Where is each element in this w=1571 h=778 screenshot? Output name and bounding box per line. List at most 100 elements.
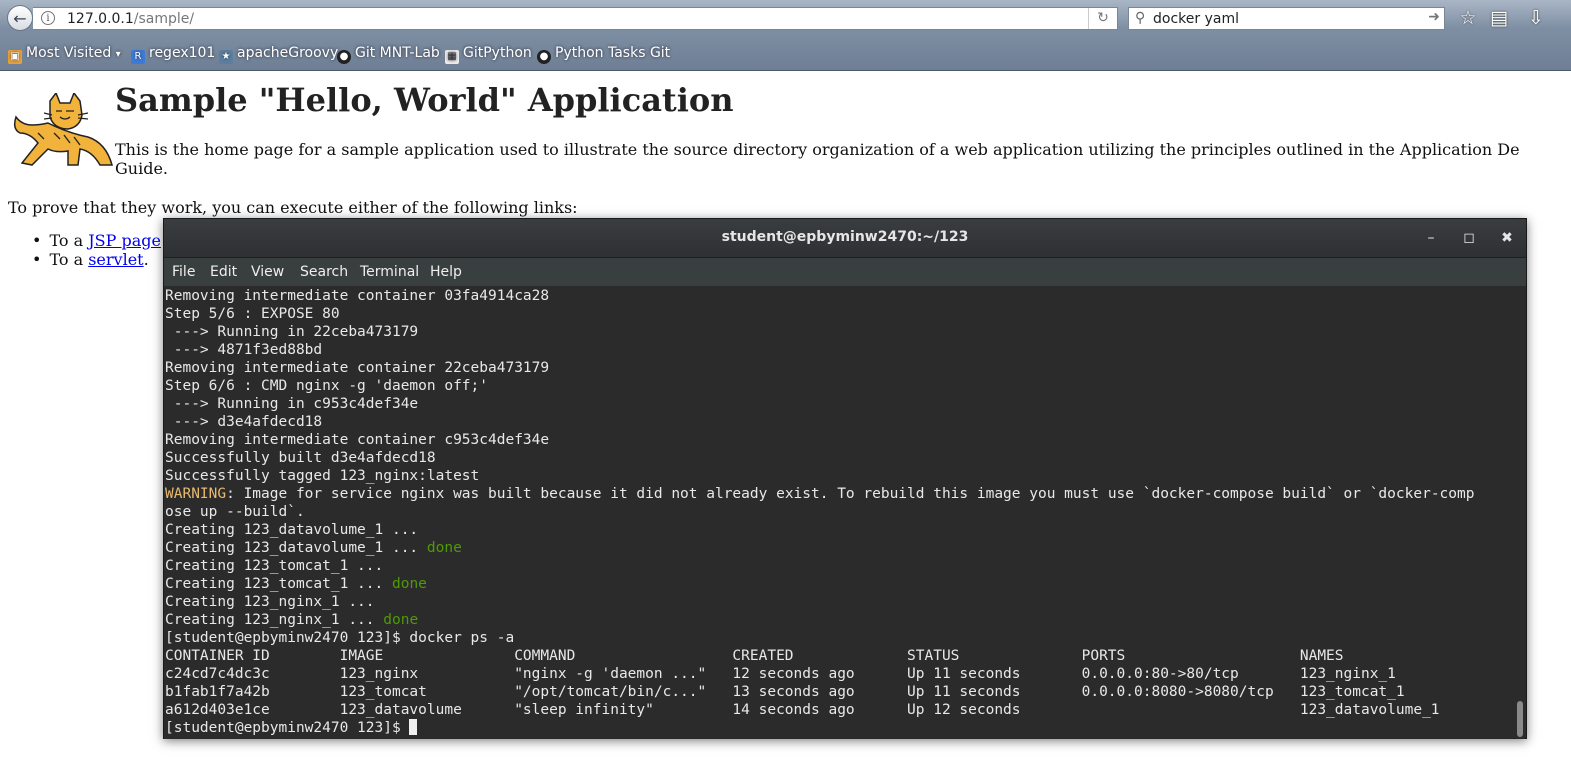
bookmark-apachegroovy[interactable]: ★ apacheGroovy — [219, 45, 338, 64]
search-go-icon[interactable]: ➜ — [1428, 9, 1440, 25]
terminal-line: ---> d3e4afdecd18 — [165, 414, 323, 430]
creating-line: Creating 123_nginx_1 ... done — [165, 611, 418, 629]
creating-line: Creating 123_datavolume_1 ... done — [165, 539, 462, 557]
search-input[interactable]: docker yaml — [1153, 11, 1239, 27]
warning-line-cont: ose up --build`. — [165, 504, 305, 520]
github-icon: ● — [537, 50, 551, 64]
list-item: To a JSP page — [32, 231, 161, 250]
bookmark-label: Python Tasks Git — [555, 45, 671, 61]
prompt-command: [student@epbyminw2470 123]$ docker ps -a — [165, 630, 515, 646]
terminal-title: student@epbyminw2470:~/123 — [721, 229, 969, 245]
terminal-line: Successfully built d3e4afdecd18 — [165, 450, 436, 466]
bookmark-most-visited[interactable]: ▣ Most Visited ▾ — [8, 45, 121, 64]
url-bar[interactable]: i 127.0.0.1/sample/ ↻ — [33, 7, 1118, 30]
reload-icon: ↻ — [1097, 10, 1109, 26]
url-text[interactable]: 127.0.0.1/sample/ — [67, 11, 194, 27]
menu-help[interactable]: Help — [430, 264, 462, 280]
groovy-icon: ★ — [219, 50, 233, 64]
list-item: To a servlet. — [32, 250, 161, 269]
navigation-row: ← i 127.0.0.1/sample/ ↻ ⚲ docker yaml ➜ … — [0, 0, 1571, 37]
scrollbar-thumb[interactable] — [1517, 701, 1523, 737]
folder-icon: ▣ — [8, 50, 22, 64]
search-icon: ⚲ — [1135, 10, 1146, 26]
warning-text: : Image for service nginx was built beca… — [226, 486, 1475, 502]
bookmark-star-icon[interactable]: ☆ — [1455, 6, 1481, 30]
maximize-button[interactable]: ◻ — [1458, 227, 1480, 249]
creating-line: Creating 123_tomcat_1 ... done — [165, 575, 427, 593]
final-prompt-line[interactable]: [student@epbyminw2470 123]$ — [165, 719, 418, 737]
bookmark-python-tasks-git[interactable]: ● Python Tasks Git — [537, 45, 670, 64]
browser-toolbar: ← i 127.0.0.1/sample/ ↻ ⚲ docker yaml ➜ … — [0, 0, 1571, 71]
terminal-line: Removing intermediate container 03fa4914… — [165, 288, 550, 304]
table-row: a612d403e1ce 123_datavolume "sleep infin… — [165, 702, 1440, 718]
intro-text-cont: Guide. — [115, 159, 168, 178]
chevron-down-icon: ▾ — [115, 49, 121, 60]
bookmark-label: GitPython — [463, 45, 532, 61]
terminal-line: Successfully tagged 123_nginx:latest — [165, 468, 480, 484]
terminal-output[interactable]: Removing intermediate container 03fa4914… — [164, 287, 1514, 739]
creating-line: Creating 123_nginx_1 ... — [165, 593, 383, 611]
warning-label: WARNING — [165, 486, 227, 502]
bookmark-label: Git MNT-Lab — [355, 45, 440, 61]
bookmark-gitpython[interactable]: ▦ GitPython — [445, 45, 532, 64]
bookmark-git-mnt-lab[interactable]: ● Git MNT-Lab — [337, 45, 440, 64]
creating-status: done — [391, 576, 427, 592]
url-path: /sample/ — [133, 11, 195, 27]
menu-search[interactable]: Search — [300, 264, 348, 280]
bookmark-label: regex101 — [149, 45, 216, 61]
table-row: c24cd7c4dc3c 123_nginx "nginx -g 'daemon… — [165, 666, 1396, 682]
terminal-scrollbar[interactable] — [1515, 287, 1525, 739]
creating-text: Creating 123_datavolume_1 ... — [165, 540, 427, 556]
terminal-titlebar[interactable]: student@epbyminw2470:~/123 – ◻ ✖ — [164, 219, 1526, 258]
menu-edit[interactable]: Edit — [210, 264, 237, 280]
download-icon[interactable]: ⇩ — [1523, 6, 1549, 30]
servlet-link[interactable]: servlet — [88, 250, 143, 269]
bookmarks-toolbar: ▣ Most Visited ▾ Rregex101 ★ apacheGroovy … — [0, 42, 1571, 68]
bookmark-label: apacheGroovy — [237, 45, 339, 61]
regex101-icon: R — [131, 50, 145, 64]
terminal-line: ---> 4871f3ed88bd — [165, 342, 323, 358]
terminal-line: Removing intermediate container 22ceba47… — [165, 360, 550, 376]
table-header: CONTAINER ID IMAGE COMMAND CREATED STATU… — [165, 648, 1344, 664]
table-row: b1fab1f7a42b 123_tomcat "/opt/tomcat/bin… — [165, 684, 1405, 700]
back-arrow-icon: ← — [13, 8, 27, 28]
minimize-icon: – — [1427, 230, 1435, 246]
link-list: To a JSP page To a servlet. — [32, 231, 161, 269]
tomcat-logo — [13, 93, 113, 166]
reading-list-icon[interactable]: ▤ — [1486, 6, 1512, 30]
jsp-page-link[interactable]: JSP page — [88, 231, 161, 250]
link-prefix: To a — [49, 231, 89, 250]
terminal-line: ---> Running in 22ceba473179 — [165, 324, 419, 340]
reload-button[interactable]: ↻ — [1088, 8, 1117, 29]
search-bar[interactable]: ⚲ docker yaml ➜ — [1128, 7, 1445, 30]
url-host: 127.0.0.1 — [67, 11, 134, 27]
creating-text: Creating 123_tomcat_1 ... — [165, 576, 392, 592]
terminal-line: Step 6/6 : CMD nginx -g 'daemon off;' — [165, 378, 489, 394]
bookmark-regex101[interactable]: Rregex101 — [131, 45, 215, 64]
menu-view[interactable]: View — [251, 264, 284, 280]
creating-text: Creating 123_tomcat_1 ... — [165, 558, 392, 574]
menu-terminal[interactable]: Terminal — [360, 264, 419, 280]
creating-text: Creating 123_nginx_1 ... — [165, 594, 384, 610]
terminal-line: ---> Running in c953c4def34e — [165, 396, 419, 412]
intro-paragraph: This is the home page for a sample appli… — [115, 140, 1555, 178]
terminal-window[interactable]: student@epbyminw2470:~/123 – ◻ ✖ File Ed… — [163, 218, 1527, 739]
creating-text: Creating 123_datavolume_1 ... — [165, 522, 427, 538]
creating-status: done — [426, 540, 462, 556]
creating-line: Creating 123_tomcat_1 ... — [165, 557, 392, 575]
terminal-cursor — [409, 719, 418, 735]
warning-line: WARNING: Image for service nginx was bui… — [165, 485, 1474, 503]
back-button[interactable]: ← — [7, 5, 33, 31]
close-button[interactable]: ✖ — [1496, 227, 1518, 249]
prove-text: To prove that they work, you can execute… — [8, 198, 578, 217]
link-prefix: To a — [49, 250, 89, 269]
gitpython-icon: ▦ — [445, 50, 459, 64]
menu-file[interactable]: File — [172, 264, 195, 280]
minimize-button[interactable]: – — [1420, 227, 1442, 249]
info-icon[interactable]: i — [41, 11, 55, 25]
link-suffix: . — [143, 250, 149, 269]
intro-text: This is the home page for a sample appli… — [115, 140, 1520, 159]
creating-line: Creating 123_datavolume_1 ... — [165, 521, 427, 539]
bookmark-label: Most Visited — [26, 45, 112, 61]
page-title: Sample "Hello, World" Application — [115, 81, 734, 119]
